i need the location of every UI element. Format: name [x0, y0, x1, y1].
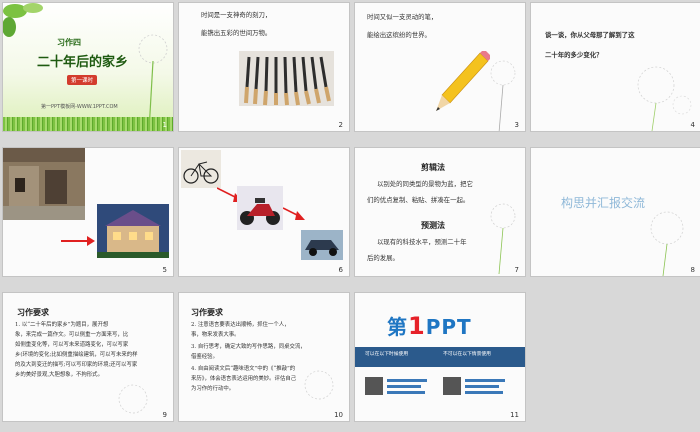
red-arrow [61, 236, 95, 246]
slide-thumbnail-1[interactable]: 习作四 二十年后的家乡 第一课时 第一PPT模板网-WWW.1PPT.COM 1 [3, 3, 173, 131]
pencil-illustration [436, 51, 490, 111]
ppt-logo-part-c: PPT [425, 315, 472, 339]
slide-number: 2 [338, 121, 343, 129]
slide-2-line-2: 能镌出五彩的世间万物。 [201, 29, 272, 37]
slide-number: 1 [162, 121, 167, 129]
slide-number: 4 [690, 121, 695, 129]
slide-10-line-4: 借鉴经验。 [191, 354, 218, 360]
slide-2-line-1: 时间是一支神奇的刻刀， [201, 11, 272, 19]
dandelion-illustration [304, 370, 334, 400]
dandelion-illustration [490, 203, 516, 274]
slide-9-line-3: 如侧重变化等，可以写未来道路变化，可以写家 [15, 342, 129, 348]
slide-number: 11 [510, 411, 519, 419]
slide-thumbnail-7[interactable]: 剪辑法 以别处的同类型的景物为蓝，把它 们的优点复制、粘贴、拼凑在一起。 预测法… [355, 148, 525, 276]
red-arrow [283, 207, 305, 220]
slide-7-para-1a: 以别处的同类型的景物为蓝，把它 [377, 180, 473, 188]
slide-3-line-2: 能绘出这缤纷的世界。 [367, 31, 431, 39]
slide-number: 5 [162, 266, 167, 274]
slide-thumbnail-6[interactable]: 6 [179, 148, 349, 276]
old-house-photo [3, 148, 85, 220]
car-photo [301, 230, 343, 260]
slide-thumbnail-10[interactable]: 习作要求 2. 注意语言要表达出顺畅，抓住一个人， 事，物来发表大事。 3. 自… [179, 293, 349, 421]
slide-number: 7 [514, 266, 519, 274]
slide-number: 3 [514, 121, 519, 129]
slide-10-line-1: 2. 注意语言要表达出顺畅，抓住一个人， [191, 322, 290, 328]
slide-thumbnail-3[interactable]: 时间又似一支灵动的笔， 能绘出这缤纷的世界。 3 [355, 3, 525, 131]
slide-1-badge: 第一课时 [67, 75, 98, 85]
dandelion-illustration [637, 66, 692, 131]
slide-7-heading-2: 预测法 [421, 221, 445, 230]
slide-7-para-1b: 们的优点复制、粘贴、拼凑在一起。 [367, 196, 470, 204]
slide-thumbnail-9[interactable]: 习作要求 1. 以“二十年后的家乡”为题目，展开想 象，来完成一篇作文。可以侧重… [3, 293, 173, 421]
carving-knives-image [239, 51, 334, 106]
slide-number: 9 [162, 411, 167, 419]
slide-10-line-2: 事，物来发表大事。 [191, 332, 240, 338]
slide-1-footer: 第一PPT模板网-WWW.1PPT.COM [41, 104, 118, 110]
slide-4-line-1: 谈一谈，你从父母那了解到了这 [545, 31, 635, 39]
info-bar-left: 可以在以下时候使用 [365, 352, 409, 357]
slide-9-line-1: 1. 以“二十年后的家乡”为题目，展开想 [15, 322, 109, 328]
ppt-logo-part-b: 1 [408, 312, 426, 340]
slide-4-line-2: 二十年的多少变化？ [545, 51, 603, 59]
info-bar-right: 不可以在以下情景使用 [443, 352, 491, 357]
slide-9-line-5: 的及大到变迁的描写;可以写印家的环境;还可以写家 [15, 362, 138, 368]
bicycle-photo [181, 150, 221, 188]
slide-3-line-1: 时间又似一支灵动的笔， [367, 13, 438, 21]
slide-thumbnail-11[interactable]: 第1PPT 可以在以下时候使用 不可以在以下情景使用 11 [355, 293, 525, 421]
dandelion-illustration [490, 60, 516, 131]
slide-7-heading-1: 剪辑法 [421, 163, 445, 172]
slide-10-line-5: 4. 自由阅读文后“趣味语文”中的《“推敲”的 [191, 366, 296, 372]
slide-number: 10 [334, 411, 343, 419]
ppt-logo: 第1PPT [387, 311, 472, 340]
slide-10-line-3: 3. 自行思考，确定大致的写作思路，同桌交流， [191, 344, 306, 350]
slide-9-line-4: 乡(环境的变化;比如侧重描绘建筑，可以写未来的样 [15, 352, 138, 358]
slide-thumbnail-5[interactable]: 5 [3, 148, 173, 276]
qr-codes-block [365, 377, 505, 395]
dandelion-illustration [138, 34, 168, 131]
villa-photo [97, 204, 169, 258]
slide-number: 8 [690, 266, 695, 274]
motorcycle-photo [237, 186, 283, 230]
slide-number: 6 [338, 266, 343, 274]
slide-8-text: 构思并汇报交流 [561, 196, 646, 210]
slide-10-heading: 习作要求 [191, 308, 223, 317]
slide-thumbnail-8[interactable]: 构思并汇报交流 8 [531, 148, 700, 276]
ppt-logo-part-a: 第 [387, 315, 408, 339]
slide-7-para-2a: 以现有的科技水平，预测二十年 [377, 238, 467, 246]
slide-7-para-2b: 后的发展。 [367, 254, 399, 262]
slide-1-title: 二十年后的家乡 [37, 55, 129, 70]
info-bar: 可以在以下时候使用 不可以在以下情景使用 [355, 347, 525, 367]
slide-10-line-6: 来历》，体会语言表达运用的美妙。评估自己 [191, 376, 297, 382]
slide-9-heading: 习作要求 [17, 308, 49, 317]
slide-thumbnail-4[interactable]: 谈一谈，你从父母那了解到了这 二十年的多少变化？ 4 [531, 3, 700, 131]
slide-10-line-7: 为习作的行动中。 [191, 386, 235, 392]
slide-1-subtitle: 习作四 [57, 38, 81, 47]
leaves-decoration [3, 3, 43, 37]
slide-9-line-6: 乡的美好景观,大胆想象，不拘形式。 [15, 372, 103, 378]
grass-strip [3, 117, 173, 131]
slide-thumbnail-2[interactable]: 时间是一支神奇的刻刀， 能镌出五彩的世间万物。 2 [179, 3, 349, 131]
dandelion-illustration [118, 384, 148, 414]
slide-9-line-2: 象，来完成一篇作文。可以侧重一方面来写，比 [15, 332, 129, 338]
